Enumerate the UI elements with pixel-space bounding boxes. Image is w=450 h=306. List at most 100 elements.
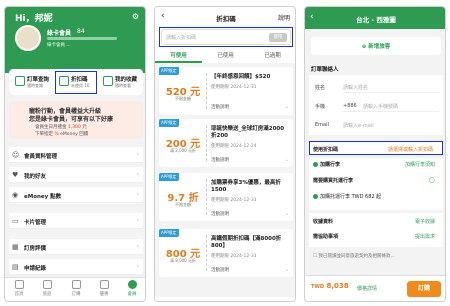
- tile-label: 訂單查詢: [27, 77, 50, 83]
- price-detail-link[interactable]: 價格詳情: [357, 285, 377, 292]
- check-icon: [313, 194, 318, 199]
- divider: [343, 111, 439, 112]
- highlight-box: [55, 71, 97, 94]
- app-only-badge: APP限定: [159, 67, 179, 75]
- chevron-right-icon: ›: [136, 217, 139, 224]
- tab-travel[interactable]: 旅遊: [33, 280, 61, 297]
- coupon-name: 加購票券享3%優惠，最高折1500: [211, 180, 281, 193]
- document-icon: ▤: [12, 263, 19, 271]
- app-only-badge: APP限定: [159, 119, 179, 127]
- tile-orders[interactable]: 訂單查詢 隨時查詢: [13, 73, 53, 93]
- order-button[interactable]: 訂購: [407, 281, 441, 297]
- tag-icon: [99, 280, 109, 289]
- menu-emoney[interactable]: ◉ eMoney 點數 ›: [9, 187, 143, 203]
- field-label: 姓名: [315, 85, 326, 91]
- divider: [206, 235, 207, 271]
- coupon-details-link[interactable]: 活動說明: [211, 211, 229, 217]
- person-icon: [127, 280, 137, 289]
- bottom-strip: [155, 297, 295, 301]
- tab-expired[interactable]: 已過期: [249, 51, 295, 59]
- promo-subtitle: 您是綠卡會員，可享有以下好康: [29, 116, 114, 123]
- total-price: TWD 8,038: [311, 282, 349, 290]
- gear-icon[interactable]: ⚙: [132, 12, 139, 21]
- checked-baggage-label: 需要購買托運行李: [313, 178, 354, 184]
- coupon-name: 耶誕快樂送_全球訂房滿2000折200: [211, 126, 285, 139]
- divider: [206, 125, 207, 161]
- help-link[interactable]: 說明: [278, 13, 290, 22]
- menu-label: 卡片管理: [24, 220, 47, 226]
- chevron-right-icon: ›: [136, 171, 139, 178]
- tab-used[interactable]: 已使用: [202, 51, 249, 59]
- member-level: 綠卡會員: [47, 30, 72, 37]
- phone-member-page: Hi，邦妮 ⚙ 綠卡會員 84 綠卡會員 ... 訂單查詢 隨時查詢 折扣碼 未…: [4, 6, 146, 302]
- coin-icon: ◉: [12, 191, 19, 199]
- coupon-expiry: 使用期限 2024-12-31: [211, 254, 257, 259]
- tab-deals[interactable]: 優惠: [90, 280, 118, 297]
- country-code-select[interactable]: +886: [343, 103, 357, 109]
- receipt-label: 收據資料: [313, 219, 334, 225]
- avatar[interactable]: [15, 25, 41, 51]
- coupon-details-link[interactable]: 活動說明: [211, 157, 229, 163]
- tab-home[interactable]: 首頁: [5, 280, 33, 297]
- baggage-option[interactable]: 加購托運行李 TWD 682 起: [313, 193, 381, 200]
- user-icon: ☺: [12, 151, 20, 159]
- chevron-right-icon: ›: [136, 263, 139, 270]
- coupon-condition: 不限金額: [175, 202, 191, 207]
- chevron-right-icon: ›: [136, 243, 139, 250]
- divider: [206, 73, 207, 109]
- add-passenger-button[interactable]: ⊕ 新增旅客: [311, 37, 441, 55]
- chevron-down-icon[interactable]: ⌄: [285, 211, 289, 217]
- coupon-condition: 滿 2,000 元折: [170, 148, 196, 153]
- name-field[interactable]: 請輸入姓名: [343, 84, 368, 91]
- coupon-details-link[interactable]: 活動說明: [211, 104, 229, 110]
- coupon-card[interactable]: APP限定 520 元 不限金額 【年終感恩回饋】$520 使用期限 2024-…: [159, 67, 293, 115]
- radio-icon[interactable]: ○: [429, 176, 435, 184]
- baggage-info-link[interactable]: 加購行李須知: [405, 161, 435, 168]
- menu-member-data[interactable]: ☺ 會員資料管理 ›: [9, 147, 143, 163]
- menu-applications[interactable]: ▤ 申請紀錄 ›: [9, 259, 143, 275]
- contact-section-title: 訂單聯絡人: [311, 67, 339, 73]
- coupon-card[interactable]: APP限定 200 元 滿 2,000 元折 耶誕快樂送_全球訂房滿2000折2…: [159, 119, 293, 167]
- coupon-expiry: 使用期限 2024-12-31: [211, 85, 257, 90]
- menu-friends[interactable]: ♥ 我的好友 ›: [9, 167, 143, 183]
- card-icon: ▭: [12, 217, 19, 225]
- check-icon: [313, 162, 318, 167]
- order-icon: [15, 76, 25, 86]
- coupon-details-link[interactable]: 活動說明: [211, 267, 229, 273]
- tab-booking[interactable]: 訂購: [62, 280, 90, 297]
- tile-sub: 隨時查看: [115, 83, 131, 88]
- assistance-label: 需協助事項: [313, 234, 339, 240]
- coupon-card[interactable]: APP限定 800 元 滿 8,000 元折 高鐵假期折扣碼【滿8000折800…: [159, 229, 293, 277]
- menu-reviews[interactable]: ▦ 訂房評價 ›: [9, 239, 143, 255]
- tab-member[interactable]: 會員: [118, 280, 145, 297]
- phone-field[interactable]: 請輸入手機號碼: [363, 103, 398, 110]
- chevron-down-icon[interactable]: ⌄: [285, 157, 289, 163]
- coupon-expiry: 使用期限 2024-12-24: [211, 144, 257, 149]
- calendar-icon: ▦: [12, 243, 19, 251]
- promo-banner[interactable]: 寵粉行動，會員權益大升級 您是綠卡會員，可享有以下好康 會員生日月禮金 1,30…: [9, 101, 143, 139]
- menu-label: 會員資料管理: [24, 154, 58, 160]
- terms-checkbox[interactable]: ☐ 我已閱讀並同意旅遊契約及相關條款...: [313, 253, 439, 259]
- promo-benefit-1: 會員生日月禮金 1,300 元: [35, 125, 87, 130]
- receipt-select[interactable]: 電子收據: [415, 218, 435, 225]
- coupon-card[interactable]: APP限定 9.7 折 不限金額 加購票券享3%優惠，最高折1500 使用期限 …: [159, 173, 293, 221]
- field-label: 手機: [315, 104, 326, 110]
- checkout-footer: TWD 8,038 價格詳情 訂購: [305, 275, 445, 301]
- greeting: Hi，邦妮: [15, 14, 53, 24]
- email-field[interactable]: 請輸入e-mail: [343, 122, 374, 129]
- chevron-down-icon[interactable]: ⌄: [285, 104, 289, 110]
- chevron-right-icon: ›: [136, 151, 139, 158]
- tile-label: 我的收藏: [115, 77, 138, 83]
- home-icon: [14, 280, 24, 289]
- assistance-request[interactable]: 提出需求: [415, 233, 435, 240]
- divider: [206, 179, 207, 215]
- menu-label: 申請紀錄: [24, 266, 47, 272]
- menu-label: 我的好友: [24, 174, 47, 180]
- chevron-down-icon[interactable]: ⌄: [285, 267, 289, 273]
- tab-indicator: [155, 61, 202, 63]
- menu-cards[interactable]: ▭ 卡片管理 ›: [9, 213, 143, 229]
- promo-benefit-2: 下單指定 % eMoney 回饋: [35, 132, 89, 137]
- menu-label: 訂房評價: [24, 246, 47, 252]
- tab-available[interactable]: 可使用: [155, 51, 202, 59]
- tile-favorites[interactable]: 我的收藏 隨時查看: [101, 73, 141, 93]
